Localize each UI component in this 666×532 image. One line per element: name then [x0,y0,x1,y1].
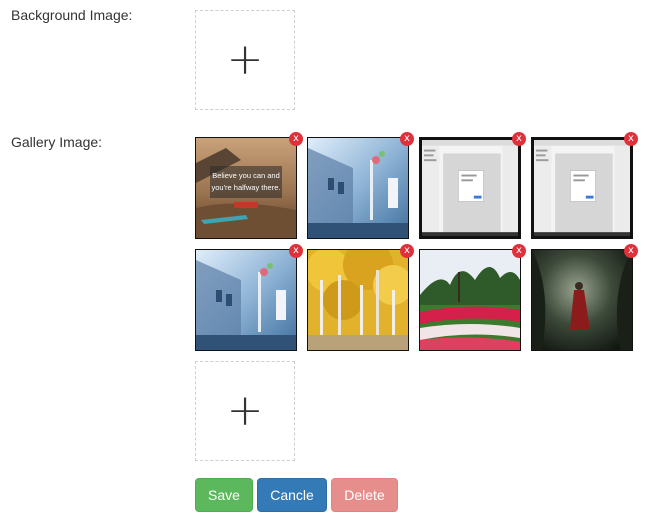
remove-image-button[interactable]: x [512,244,526,258]
add-gallery-image-button[interactable]: + [195,361,295,461]
gallery-thumb-blue-street[interactable] [195,249,297,351]
gallery-thumb-app-screenshot[interactable] [419,137,521,239]
gallery-thumb-app-screenshot[interactable] [531,137,633,239]
add-background-image-button[interactable]: + [195,10,295,110]
gallery-thumb-quote-beach[interactable]: Believe you can and you're halfway there… [195,137,297,239]
remove-image-button[interactable]: x [289,244,303,258]
quote-line-1: Believe you can and [212,171,280,180]
remove-image-button[interactable]: x [624,132,638,146]
delete-button[interactable]: Delete [331,478,398,512]
background-image-label: Background Image: [11,7,133,23]
remove-image-button[interactable]: x [289,132,303,146]
remove-image-button[interactable]: x [400,132,414,146]
blue-street-image [308,138,408,238]
remove-image-button[interactable]: x [400,244,414,258]
plus-icon: + [226,385,264,436]
tulip-field-image [420,250,520,350]
blue-street-image [196,250,296,350]
app-screenshot-image [534,140,630,236]
remove-image-button[interactable]: x [512,132,526,146]
gallery-thumb-tulip-field[interactable] [419,249,521,351]
gallery-thumb-blue-street[interactable] [307,137,409,239]
gallery-thumb-red-cloak-forest[interactable] [531,249,633,351]
yellow-birch-forest-image [308,250,408,350]
cancel-button[interactable]: Cancle [257,478,327,512]
gallery-thumb-yellow-birch-forest[interactable] [307,249,409,351]
plus-icon: + [226,34,264,85]
quote-beach-image: Believe you can and you're halfway there… [196,138,296,238]
gallery-image-label: Gallery Image: [11,134,103,150]
save-button[interactable]: Save [195,478,253,512]
red-cloak-forest-image [532,250,632,350]
quote-line-2: you're halfway there. [212,183,281,192]
app-screenshot-image [422,140,518,236]
remove-image-button[interactable]: x [624,244,638,258]
